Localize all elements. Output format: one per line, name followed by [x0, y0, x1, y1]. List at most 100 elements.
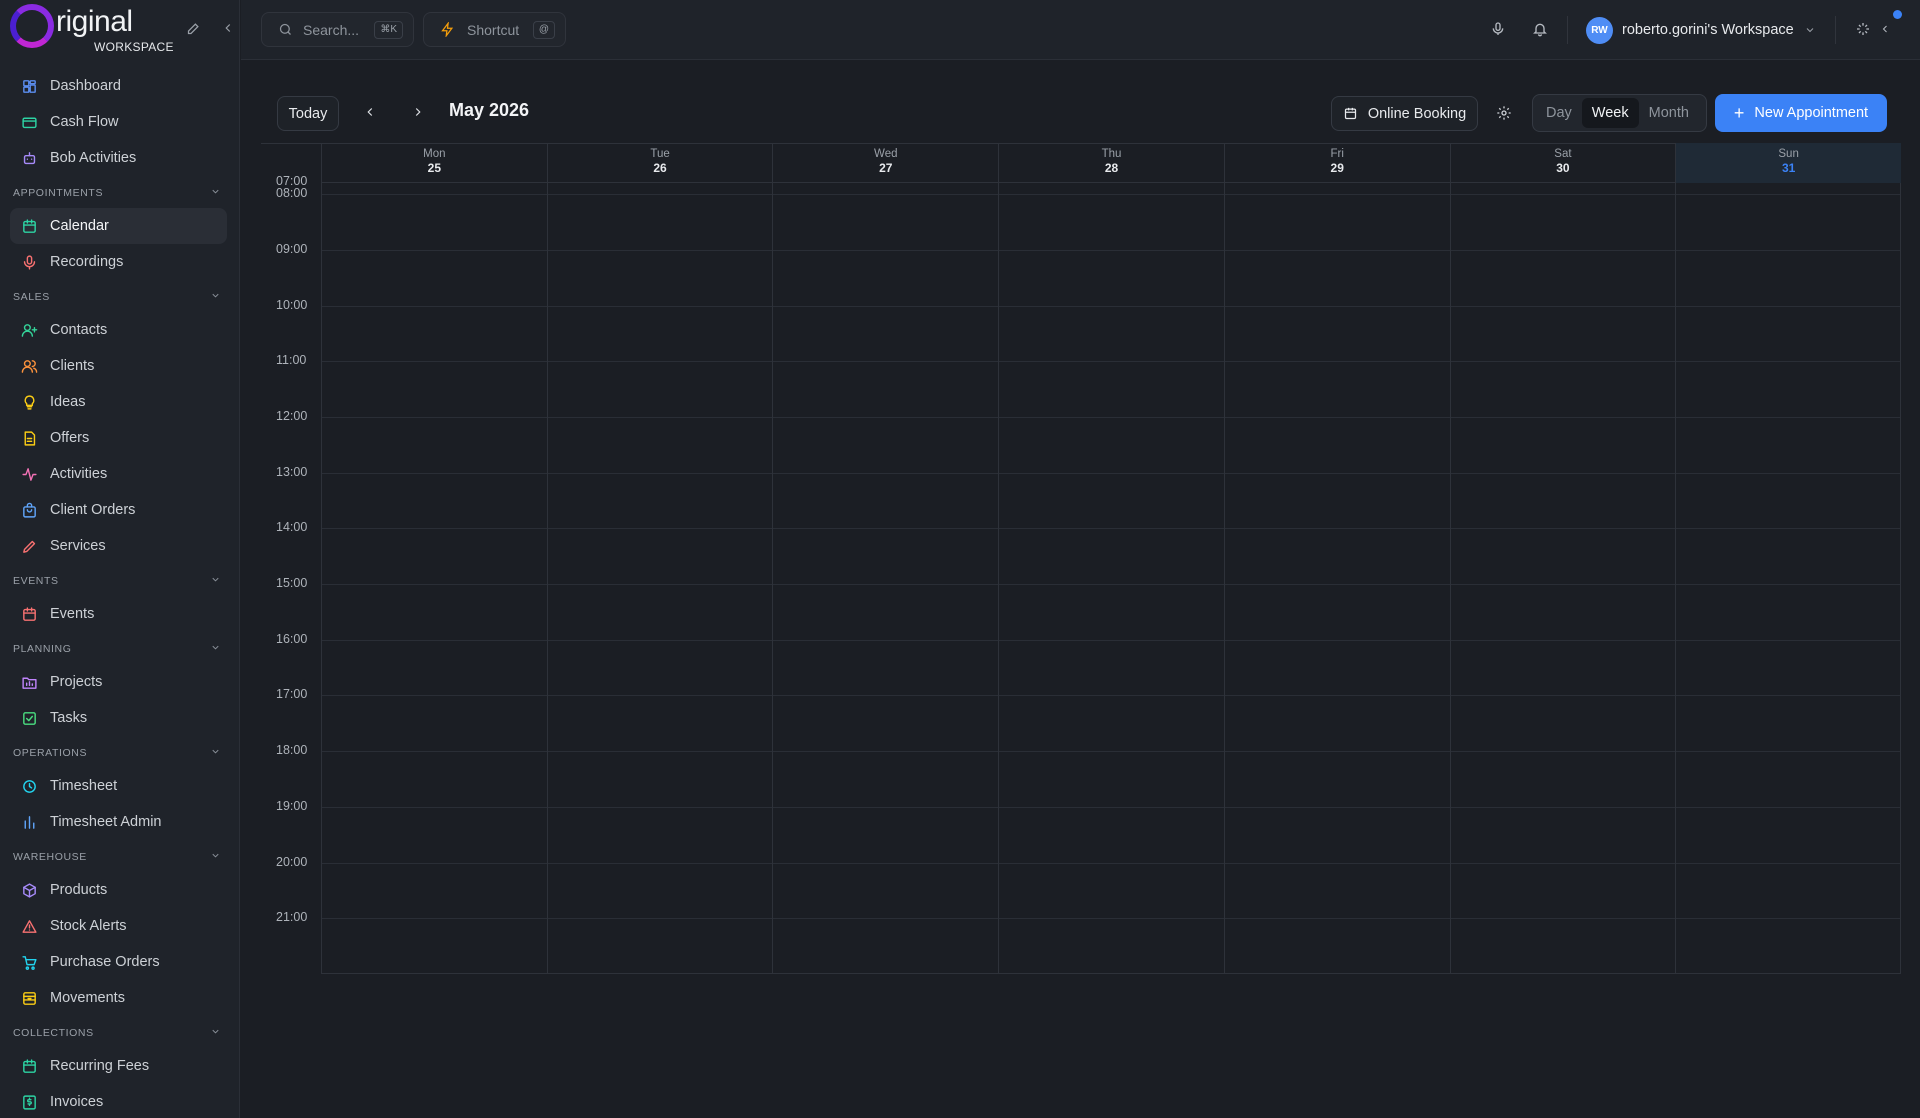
- time-label: 21:00: [276, 910, 308, 925]
- sidebar-item-clients[interactable]: Clients: [10, 348, 227, 384]
- chevron-left-icon[interactable]: [1875, 19, 1895, 39]
- sidebar-item-dashboard[interactable]: Dashboard: [10, 68, 227, 104]
- day-column-line: [772, 183, 774, 974]
- time-label: 18:00: [276, 743, 308, 758]
- online-booking-label: Online Booking: [1367, 105, 1467, 122]
- view-week-tab[interactable]: Week: [1581, 98, 1639, 128]
- day-column-line: [546, 183, 548, 974]
- time-label: 14:00: [276, 520, 308, 535]
- sidebar: riginal WORKSPACE Dashboard Cash Flow Bob …: [0, 0, 240, 1118]
- day-date: 27: [879, 161, 893, 175]
- sidebar-item-services[interactable]: Services: [10, 528, 227, 564]
- day-header-tue[interactable]: Tue 26: [546, 143, 773, 183]
- time-label: 20:00: [276, 854, 308, 869]
- day-header-sun[interactable]: Sun 31: [1675, 143, 1901, 183]
- view-day-tab[interactable]: Day: [1536, 98, 1582, 128]
- time-label: 12:00: [276, 408, 308, 423]
- today-button[interactable]: Today: [277, 96, 339, 131]
- shortcut-button[interactable]: Shortcut @: [423, 12, 566, 47]
- section-label: APPOINTMENTS: [13, 187, 104, 199]
- chevron-down-icon: [210, 574, 221, 588]
- day-header-fri[interactable]: Fri 29: [1223, 143, 1450, 183]
- sidebar-item-label: Timesheet Admin: [50, 814, 162, 830]
- new-appointment-label: New Appointment: [1754, 105, 1869, 121]
- sidebar-item-events[interactable]: Events: [10, 596, 227, 632]
- sidebar-item-timesheet[interactable]: Timesheet: [10, 768, 227, 804]
- sidebar-item-activities[interactable]: Activities: [10, 456, 227, 492]
- hour-line: [321, 695, 1901, 697]
- view-month-tab[interactable]: Month: [1639, 98, 1699, 128]
- logo-mark: [10, 4, 54, 48]
- sidebar-item-label: Timesheet: [50, 778, 118, 794]
- divider: [1567, 16, 1568, 44]
- bell-icon[interactable]: [1530, 19, 1550, 39]
- day-name: Fri: [1330, 148, 1344, 160]
- workspace-name: roberto.gorini's Workspace: [1622, 22, 1794, 38]
- sidebar-item-label: Projects: [50, 674, 103, 690]
- sidebar-item-label: Ideas: [50, 394, 86, 410]
- time-label: 13:00: [276, 464, 308, 479]
- search-input[interactable]: Search... ⌘K: [261, 12, 414, 47]
- previous-week-button[interactable]: [360, 102, 380, 122]
- section-operations[interactable]: OPERATIONS: [0, 738, 239, 768]
- edit-icon[interactable]: [183, 18, 203, 38]
- bar-chart-icon: [20, 813, 38, 831]
- settings-gear-icon[interactable]: [1494, 103, 1514, 123]
- sidebar-item-movements[interactable]: Movements: [10, 980, 227, 1016]
- section-sales[interactable]: SALES: [0, 282, 239, 312]
- section-label: EVENTS: [13, 575, 59, 587]
- time-label: 19:00: [276, 798, 308, 813]
- grid-icon: [20, 77, 38, 95]
- day-header-wed[interactable]: Wed 27: [772, 143, 998, 183]
- sidebar-item-offers[interactable]: Offers: [10, 420, 227, 456]
- section-warehouse[interactable]: WAREHOUSE: [0, 842, 239, 872]
- day-column-line: [1675, 183, 1677, 974]
- time-label: 16:00: [276, 631, 308, 646]
- chevron-down-icon: [210, 186, 221, 200]
- section-planning[interactable]: PLANNING: [0, 634, 239, 664]
- sidebar-item-calendar[interactable]: Calendar: [10, 208, 227, 244]
- calendar-grid[interactable]: [321, 183, 1901, 974]
- day-name: Thu: [1101, 148, 1122, 160]
- sidebar-item-client-orders[interactable]: Client Orders: [10, 492, 227, 528]
- search-placeholder: Search...: [303, 21, 360, 38]
- sidebar-item-ideas[interactable]: Ideas: [10, 384, 227, 420]
- sidebar-item-invoices[interactable]: Invoices: [10, 1084, 227, 1118]
- alert-triangle-icon: [20, 917, 38, 935]
- sidebar-item-label: Offers: [50, 430, 90, 446]
- section-events[interactable]: EVENTS: [0, 566, 239, 596]
- sidebar-item-stock-alerts[interactable]: Stock Alerts: [10, 908, 227, 944]
- day-name: Tue: [650, 148, 670, 160]
- next-week-button[interactable]: [408, 102, 428, 122]
- time-label: 17:00: [276, 687, 308, 702]
- month-title: May 2026: [449, 100, 530, 120]
- pen-icon: [20, 537, 38, 555]
- sidebar-item-cash-flow[interactable]: Cash Flow: [10, 104, 227, 140]
- sidebar-item-tasks[interactable]: Tasks: [10, 700, 227, 736]
- sidebar-item-projects[interactable]: Projects: [10, 664, 227, 700]
- section-collections[interactable]: COLLECTIONS: [0, 1018, 239, 1048]
- sidebar-item-recurring-fees[interactable]: Recurring Fees: [10, 1048, 227, 1084]
- calendar-icon: [20, 217, 38, 235]
- sidebar-item-purchase-orders[interactable]: Purchase Orders: [10, 944, 227, 980]
- document-icon: [20, 429, 38, 447]
- sidebar-item-bob-activities[interactable]: Bob Activities: [10, 140, 227, 176]
- sidebar-item-products[interactable]: Products: [10, 872, 227, 908]
- day-header-mon[interactable]: Mon 25: [321, 143, 547, 183]
- sidebar-item-timesheet-admin[interactable]: Timesheet Admin: [10, 804, 227, 840]
- collapse-sidebar-icon[interactable]: [218, 18, 238, 38]
- sidebar-item-contacts[interactable]: Contacts: [10, 312, 227, 348]
- new-appointment-button[interactable]: + New Appointment: [1715, 94, 1887, 132]
- day-date: 30: [1556, 161, 1570, 175]
- day-column-line: [1900, 183, 1901, 974]
- brand: riginal WORKSPACE: [0, 0, 239, 60]
- workspace-switcher[interactable]: RW roberto.gorini's Workspace: [1586, 14, 1816, 46]
- chevron-down-icon: [210, 1026, 221, 1040]
- day-header-thu[interactable]: Thu 28: [998, 143, 1224, 183]
- day-header-sat[interactable]: Sat 30: [1449, 143, 1676, 183]
- sparkles-icon[interactable]: [1853, 19, 1873, 39]
- online-booking-button[interactable]: Online Booking: [1331, 96, 1478, 131]
- sidebar-item-recordings[interactable]: Recordings: [10, 244, 227, 280]
- section-appointments[interactable]: APPOINTMENTS: [0, 178, 239, 208]
- microphone-icon[interactable]: [1488, 19, 1508, 39]
